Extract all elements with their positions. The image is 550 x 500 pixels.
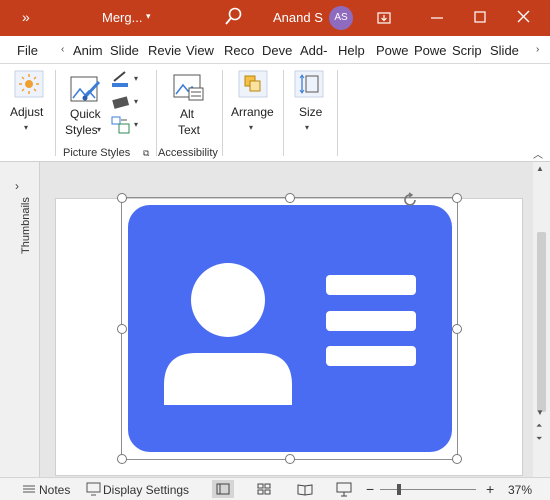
minimize-icon[interactable] — [425, 6, 449, 30]
arrange-label: Arrange — [231, 105, 274, 119]
ribbon-tabs: File ‹ Anim Slide Revie View Reco Deve A… — [0, 36, 550, 64]
tabs-scroll-left-icon[interactable]: ‹ — [61, 44, 64, 55]
quick-access-toolbar-icon[interactable]: » — [22, 9, 30, 25]
zoom-out-button[interactable]: − — [366, 481, 374, 497]
tab-add-ins[interactable]: Add- — [300, 43, 327, 58]
document-title[interactable]: Merg... — [102, 10, 142, 25]
alt-text-label-2: Text — [178, 123, 201, 137]
title-caret-icon[interactable]: ▾ — [146, 11, 151, 22]
previous-slide-icon[interactable]: ⏶ — [536, 421, 542, 431]
size-caret-icon: ▾ — [305, 123, 310, 132]
display-settings-icon — [86, 482, 101, 496]
reading-view-icon[interactable] — [294, 480, 316, 498]
resize-handle[interactable] — [117, 454, 127, 464]
resize-handle[interactable] — [117, 193, 127, 203]
search-icon[interactable] — [224, 6, 244, 28]
notes-icon — [23, 485, 35, 493]
size-icon — [294, 70, 324, 98]
picture-border-caret-icon[interactable]: ▾ — [134, 74, 138, 83]
arrange-icon — [238, 70, 268, 98]
picture-styles-launcher-icon[interactable]: ⧉ — [143, 148, 149, 159]
arrange-caret-icon: ▾ — [249, 123, 254, 132]
ribbon-separator — [55, 70, 56, 156]
adjust-caret-icon: ▾ — [24, 123, 29, 132]
adjust-label: Adjust — [10, 105, 44, 119]
quick-styles-label-2: Styles — [65, 123, 98, 137]
ribbon-separator — [222, 70, 223, 156]
ribbon-separator — [156, 70, 157, 156]
picture-layout-caret-icon[interactable]: ▾ — [134, 120, 138, 129]
picture-layout-icon[interactable] — [111, 116, 131, 134]
selection-frame — [117, 192, 462, 464]
alt-text-label-1: Alt — [180, 107, 195, 121]
user-name[interactable]: Anand S — [273, 10, 323, 25]
quick-styles-icon — [70, 76, 101, 102]
quick-styles-caret-icon: ▾ — [97, 125, 102, 134]
picture-effects-caret-icon[interactable]: ▾ — [134, 97, 138, 106]
expand-thumbnails-icon[interactable]: › — [15, 179, 19, 193]
avatar[interactable]: AS — [329, 6, 353, 30]
thumbnails-pane[interactable]: › Thumbnails — [0, 162, 40, 477]
tab-power-2[interactable]: Powe — [414, 43, 447, 58]
close-icon[interactable] — [512, 6, 536, 30]
resize-handle[interactable] — [117, 324, 127, 334]
quick-styles-label-1: Quick — [70, 107, 101, 121]
ribbon: Adjust ▾ Quick Styles ▾ ▾ ▾ ▾ Picture St… — [0, 64, 550, 162]
tab-file[interactable]: File — [17, 43, 38, 58]
accessibility-group-label: Accessibility — [158, 147, 218, 159]
scroll-down-icon[interactable]: ▼ — [536, 408, 544, 417]
thumbnails-label: Thumbnails — [20, 197, 32, 254]
tab-slide-show[interactable]: Slide — [110, 43, 139, 58]
resize-handle[interactable] — [452, 454, 462, 464]
ribbon-separator — [337, 70, 338, 156]
tab-script[interactable]: Scrip — [452, 43, 482, 58]
alt-text-icon — [173, 74, 204, 101]
slide-workspace: › Thumbnails ▲ ▼ ⏶ ⏷ — [0, 162, 550, 477]
vertical-scrollbar[interactable]: ▲ ▼ ⏶ ⏷ — [533, 162, 550, 477]
ribbon-separator — [283, 70, 284, 156]
zoom-slider-thumb[interactable] — [397, 484, 401, 495]
picture-border-icon[interactable] — [111, 70, 131, 88]
scroll-up-icon[interactable]: ▲ — [536, 164, 544, 173]
normal-view-icon[interactable] — [212, 480, 234, 498]
picture-styles-group-label: Picture Styles — [63, 147, 131, 159]
zoom-in-button[interactable]: + — [486, 481, 494, 497]
tab-view[interactable]: View — [186, 43, 214, 58]
adjust-icon — [14, 70, 44, 98]
picture-effects-icon[interactable] — [111, 94, 131, 110]
tab-developer[interactable]: Deve — [262, 43, 292, 58]
notes-button[interactable]: Notes — [39, 483, 70, 497]
resize-handle[interactable] — [285, 454, 295, 464]
tabs-scroll-right-icon[interactable]: › — [536, 44, 539, 55]
size-label: Size — [299, 105, 323, 119]
zoom-level[interactable]: 37% — [508, 483, 532, 497]
next-slide-icon[interactable]: ⏷ — [536, 434, 542, 444]
resize-handle[interactable] — [285, 193, 295, 203]
tab-help[interactable]: Help — [338, 43, 365, 58]
display-settings-button[interactable]: Display Settings — [103, 483, 189, 497]
collapse-ribbon-icon[interactable]: ︿ — [533, 146, 543, 161]
tab-recording[interactable]: Reco — [224, 43, 254, 58]
slide-show-icon[interactable] — [333, 480, 355, 498]
resize-handle[interactable] — [452, 324, 462, 334]
resize-handle[interactable] — [452, 193, 462, 203]
scrollbar-thumb[interactable] — [537, 232, 546, 412]
tab-power-1[interactable]: Powe — [376, 43, 409, 58]
slide-sorter-icon[interactable] — [253, 480, 275, 498]
zoom-slider-track[interactable] — [380, 489, 476, 490]
status-bar: Notes Display Settings − + 37% — [0, 477, 550, 500]
tab-review[interactable]: Revie — [148, 43, 181, 58]
maximize-icon[interactable] — [468, 6, 492, 30]
rotate-handle-icon[interactable] — [403, 192, 419, 208]
ribbon-display-options-icon[interactable] — [372, 6, 396, 30]
tab-slide[interactable]: Slide — [490, 43, 519, 58]
tab-animations[interactable]: Anim — [73, 43, 103, 58]
title-bar: » Merg... ▾ Anand S AS — [0, 0, 550, 36]
